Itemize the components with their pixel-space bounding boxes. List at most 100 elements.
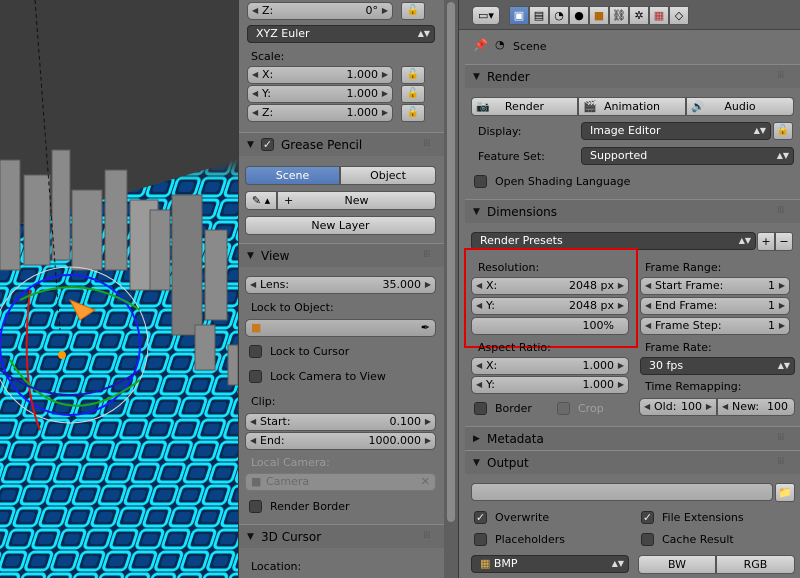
drag-handle-icon[interactable]: ⁞⁞⁞ <box>423 530 430 541</box>
lock-icon[interactable]: 🔓 <box>401 85 425 103</box>
physics-icon[interactable]: ◇ <box>669 6 689 25</box>
placeholders-checkbox[interactable] <box>474 533 487 546</box>
osl-checkbox[interactable] <box>474 175 487 188</box>
view-header[interactable]: ▼ View ⁞⁞⁞ <box>239 243 445 267</box>
grease-pencil-header[interactable]: ▼ ✓ Grease Pencil ⁞⁞⁞ <box>239 132 445 156</box>
frame-step-field[interactable]: ◀ Frame Step: 1 ▶ <box>640 317 790 335</box>
context-tabs: ▣ ▤ ◔ ● ■ ⛓ ✲ ▦ ◇ <box>509 6 689 25</box>
expand-triangle-icon: ▼ <box>247 140 254 150</box>
tab-scene[interactable]: Scene <box>245 166 340 185</box>
display-select[interactable]: Image Editor ▲▼ <box>581 122 771 140</box>
lock-to-cursor-checkbox[interactable] <box>249 345 262 358</box>
pencil-dropdown[interactable]: ✎ ▴ <box>245 191 277 210</box>
cursor-header[interactable]: ▼ 3D Cursor ⁞⁞⁞ <box>239 524 445 548</box>
frame-rate-select[interactable]: 30 fps ▲▼ <box>640 357 795 375</box>
clip-start-field[interactable]: ◀ Start: 0.100 ▶ <box>245 413 436 431</box>
time-remap-old-field[interactable]: ◀ Old: 100 ▶ <box>639 398 717 416</box>
drag-handle-icon[interactable]: ⁞⁞⁞ <box>423 138 430 149</box>
lock-object-field[interactable]: ■ ✒ <box>245 319 436 337</box>
lock-icon[interactable]: 🔓 <box>401 2 425 20</box>
expand-triangle-icon: ▼ <box>247 251 254 261</box>
scene-small-icon: ◔ <box>495 38 505 51</box>
lock-to-object-label: Lock to Object: <box>251 301 334 314</box>
remove-preset-button[interactable]: − <box>775 232 793 251</box>
time-remap-new-field[interactable]: ◀ New: 100 <box>717 398 795 416</box>
clapper-icon: 🎬 <box>583 100 597 113</box>
image-icon: ▦ <box>480 557 494 570</box>
metadata-header[interactable]: ▶ Metadata ⁞⁞⁞ <box>465 426 800 450</box>
world-icon[interactable]: ● <box>569 6 589 25</box>
scale-y-field[interactable]: ◀ Y: 1.000 ▶ <box>247 85 393 103</box>
overwrite-checkbox[interactable]: ✓ <box>474 511 487 524</box>
object-icon[interactable]: ■ <box>589 6 609 25</box>
grease-pencil-checkbox[interactable]: ✓ <box>261 138 274 151</box>
aspect-y-field[interactable]: ◀ Y: 1.000 ▶ <box>471 376 629 394</box>
scale-z-field[interactable]: ◀ Z: 1.000 ▶ <box>247 104 393 122</box>
end-frame-field[interactable]: ◀ End Frame: 1 ▶ <box>640 297 790 315</box>
render-border-checkbox[interactable] <box>249 500 262 513</box>
new-button[interactable]: + New <box>277 191 436 210</box>
output-path-input[interactable] <box>471 483 773 501</box>
bw-button[interactable]: BW <box>638 555 716 574</box>
lens-field[interactable]: ◀ Lens: 35.000 ▶ <box>245 276 436 294</box>
rotation-z-field[interactable]: ◀ Z: 0° ▶ <box>247 2 393 20</box>
expand-triangle-icon: ▼ <box>473 72 480 82</box>
local-camera-field[interactable]: ■ Camera ✕ <box>245 473 436 491</box>
plus-icon: + <box>284 194 294 207</box>
drag-handle-icon[interactable]: ⁞⁞⁞ <box>423 249 430 260</box>
file-format-select[interactable]: ▦ BMP ▲▼ <box>471 555 629 573</box>
drag-handle-icon[interactable]: ⁞⁞⁞ <box>777 205 784 216</box>
lock-icon[interactable]: 🔓 <box>401 66 425 84</box>
clip-label: Clip: <box>251 395 276 408</box>
cube-icon: ■ <box>251 475 262 488</box>
scene-icon[interactable]: ◔ <box>549 6 569 25</box>
cache-result-checkbox[interactable] <box>641 533 654 546</box>
speaker-icon: 🔊 <box>691 100 705 113</box>
viewport-scene <box>0 0 238 578</box>
drag-handle-icon[interactable]: ⁞⁞⁞ <box>777 432 784 443</box>
new-layer-button[interactable]: New Layer <box>245 216 436 235</box>
file-extensions-checkbox[interactable]: ✓ <box>641 511 654 524</box>
start-frame-field[interactable]: ◀ Start Frame: 1 ▶ <box>640 277 790 295</box>
audio-button[interactable]: 🔊 Audio <box>686 97 794 116</box>
animation-button[interactable]: 🎬 Animation <box>578 97 686 116</box>
pin-icon[interactable]: 📌 <box>473 38 488 52</box>
scale-label: Scale: <box>251 50 285 63</box>
clip-end-field[interactable]: ◀ End: 1000.000 ▶ <box>245 432 436 450</box>
viewport-3d[interactable] <box>0 0 238 578</box>
drag-handle-icon[interactable]: ⁞⁞⁞ <box>777 456 784 467</box>
expand-triangle-icon: ▼ <box>473 458 480 468</box>
add-preset-button[interactable]: + <box>757 232 775 251</box>
drag-handle-icon[interactable]: ⁞⁞⁞ <box>777 70 784 81</box>
view-properties-panel: ◀ Z: 0° ▶ 🔓 XYZ Euler ▲▼ Scale: ◀ X: 1.000 ▶ 🔓 … <box>238 0 445 578</box>
editor-type-button[interactable]: ▭▾ <box>472 6 500 25</box>
constraints-icon[interactable]: ⛓ <box>609 6 629 25</box>
feature-set-select[interactable]: Supported ▲▼ <box>581 147 794 165</box>
rotation-mode-select[interactable]: XYZ Euler ▲▼ <box>247 25 435 43</box>
output-header[interactable]: ▼ Output ⁞⁞⁞ <box>465 450 800 474</box>
local-camera-label: Local Camera: <box>251 456 330 469</box>
render-button[interactable]: 📷 Render <box>471 97 578 116</box>
rgb-button[interactable]: RGB <box>716 555 795 574</box>
modifiers-icon[interactable]: ✲ <box>629 6 649 25</box>
aspect-x-field[interactable]: ◀ X: 1.000 ▶ <box>471 357 629 375</box>
render-header[interactable]: ▼ Render ⁞⁞⁞ <box>465 64 800 88</box>
dimensions-header[interactable]: ▼ Dimensions ⁞⁞⁞ <box>465 199 800 223</box>
lock-icon[interactable]: 🔓 <box>773 122 793 140</box>
close-icon[interactable]: ✕ <box>421 474 430 490</box>
scale-x-field[interactable]: ◀ X: 1.000 ▶ <box>247 66 393 84</box>
panel-scrollbar[interactable] <box>444 0 458 578</box>
properties-header: ▭▾ ▣ ▤ ◔ ● ■ ⛓ ✲ ▦ ◇ <box>459 0 800 30</box>
eyedropper-icon[interactable]: ✒ <box>421 320 430 336</box>
lock-icon[interactable]: 🔓 <box>401 104 425 122</box>
texture-icon[interactable]: ▦ <box>649 6 669 25</box>
crop-checkbox[interactable] <box>557 402 570 415</box>
tab-object[interactable]: Object <box>340 166 436 185</box>
lock-camera-checkbox[interactable] <box>249 370 262 383</box>
border-checkbox[interactable] <box>474 402 487 415</box>
render-tab-icon[interactable]: ▣ <box>509 6 529 25</box>
render-layers-icon[interactable]: ▤ <box>529 6 549 25</box>
highlight-box <box>464 248 638 348</box>
camera-icon: 📷 <box>476 100 490 113</box>
folder-icon[interactable]: 📁 <box>775 483 795 502</box>
